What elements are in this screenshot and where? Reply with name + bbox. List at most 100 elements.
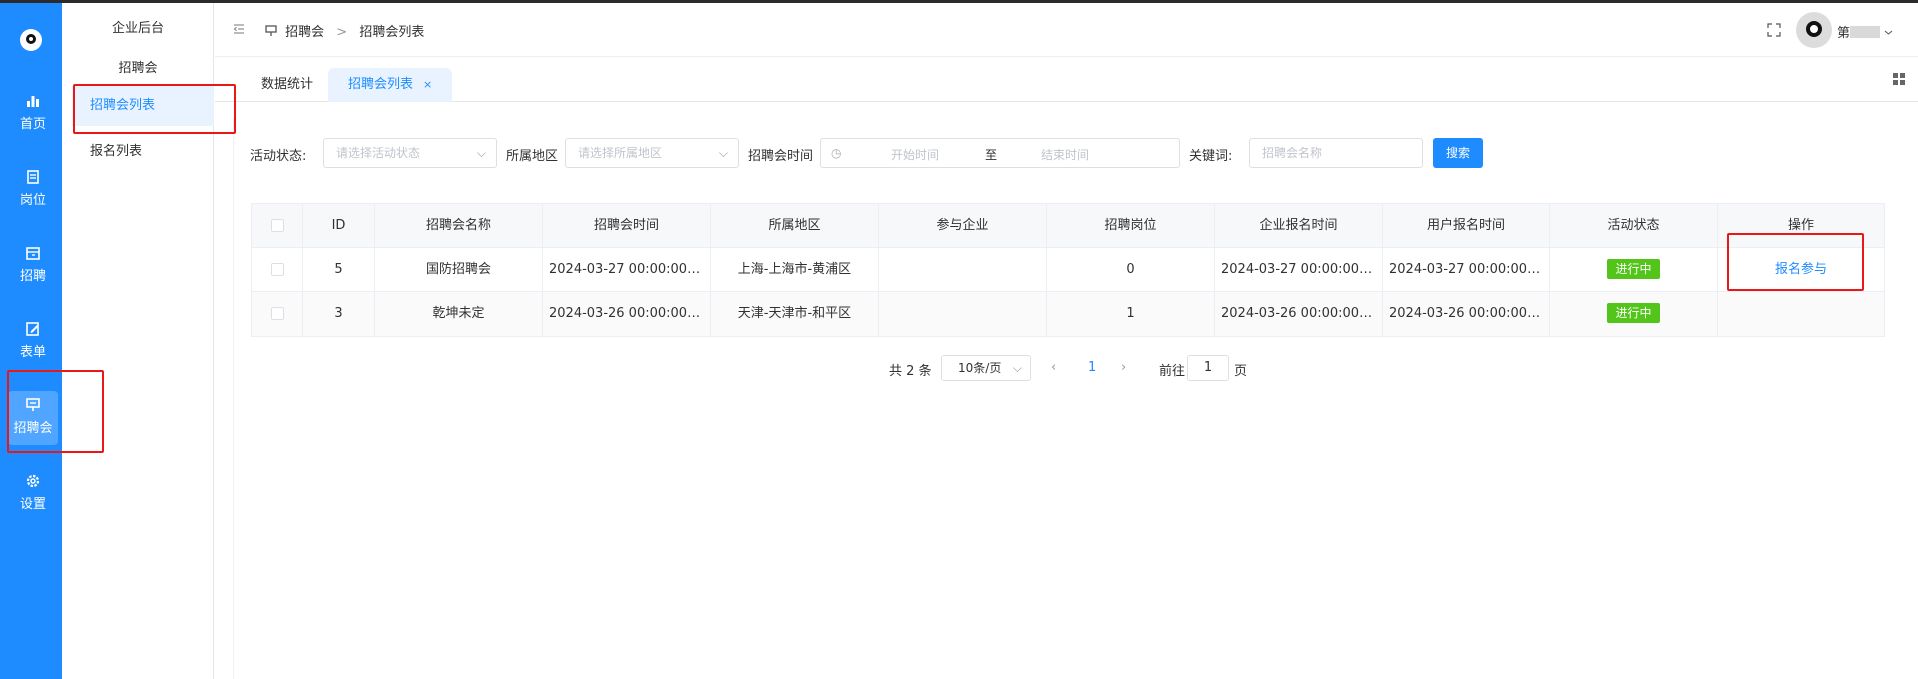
cell-status: 进行中 — [1550, 248, 1718, 292]
keyword-filter-label: 关键词: — [1189, 149, 1233, 164]
cell-user-signup: 2024-03-27 00:00:00 - 2024-03-28 00:00:0… — [1383, 248, 1550, 292]
page-number-current[interactable]: 1 — [1088, 360, 1096, 375]
prev-page-button[interactable]: ‹ — [1051, 360, 1056, 375]
tabs-bar: 数据统计 招聘会列表 × — [215, 58, 1918, 102]
cell-id: 5 — [303, 248, 375, 292]
rail-item-forms[interactable]: 表单 — [8, 315, 58, 369]
column-header: 所属地区 — [711, 204, 879, 248]
top-header: 招聘会 > 招聘会列表 第 — [215, 3, 1918, 57]
cell-time: 2024-03-27 00:00:00 - 2024-03-28 00:00:0… — [543, 248, 711, 292]
rail-item-label: 表单 — [19, 345, 46, 360]
search-button[interactable]: 搜索 — [1433, 138, 1483, 168]
breadcrumb-item: 招聘会列表 — [359, 25, 425, 40]
annotation-highlight-action — [1727, 233, 1864, 291]
select-all-cell — [252, 204, 303, 248]
goto-label: 前往 — [1159, 364, 1186, 379]
rail-item-label: 岗位 — [19, 193, 46, 208]
row-checkbox[interactable] — [270, 263, 284, 276]
chevron-down-icon: ⌵ — [718, 146, 728, 160]
rail-item-jobs[interactable]: 岗位 — [8, 163, 58, 217]
row-select-cell — [252, 248, 303, 292]
edit-icon — [26, 322, 39, 336]
page-size-value: 10条/页 — [958, 361, 1002, 375]
fullscreen-icon[interactable] — [1767, 23, 1781, 37]
breadcrumb-item[interactable]: 招聘会 — [285, 25, 324, 40]
goto-page-input[interactable]: 1 — [1187, 355, 1229, 381]
cell-status: 进行中 — [1550, 292, 1718, 336]
chevron-down-icon: ⌵ — [476, 146, 486, 160]
column-header: 用户报名时间 — [1383, 204, 1550, 248]
collapse-menu-icon[interactable] — [233, 23, 245, 35]
column-header: 招聘会时间 — [543, 204, 711, 248]
gear-icon — [26, 474, 40, 488]
blurred-username — [1850, 26, 1881, 38]
column-header: 企业报名时间 — [1215, 204, 1383, 248]
date-range-picker[interactable]: ◷ 开始时间 至 结束时间 — [820, 138, 1180, 168]
cell-region: 天津-天津市-和平区 — [711, 292, 879, 336]
sidebar-section: 招聘会 — [118, 61, 158, 76]
document-icon — [27, 170, 39, 184]
cell-region: 上海-上海市-黄浦区 — [711, 248, 879, 292]
sidebar-title: 企业后台 — [111, 21, 164, 36]
breadcrumb: 招聘会 > 招聘会列表 — [265, 21, 424, 40]
rail-item-label: 首页 — [19, 117, 46, 132]
table-row: 3 乾坤未定 2024-03-26 00:00:00 - 2024-03-27 … — [252, 292, 1884, 336]
column-header: 招聘岗位 — [1047, 204, 1215, 248]
table-row: 5 国防招聘会 2024-03-27 00:00:00 - 2024-03-28… — [252, 248, 1884, 292]
close-icon[interactable]: × — [423, 78, 432, 91]
user-menu[interactable]: 第 — [1837, 22, 1893, 41]
next-page-button[interactable]: › — [1121, 360, 1126, 375]
time-filter-label: 招聘会时间 — [748, 149, 814, 164]
region-select[interactable]: 请选择所属地区 ⌵ — [565, 138, 739, 168]
chevron-down-icon — [1884, 30, 1893, 35]
status-filter-label: 活动状态: — [250, 149, 307, 164]
sidebar-item-signup-list[interactable]: 报名列表 — [72, 132, 214, 172]
column-header: ID — [303, 204, 375, 248]
status-select[interactable]: 请选择活动状态 ⌵ — [323, 138, 497, 168]
avatar[interactable] — [1796, 12, 1832, 48]
total-count: 共 2 条 — [889, 364, 932, 379]
clock-icon: ◷ — [831, 146, 842, 160]
tab-label: 数据统计 — [261, 77, 314, 92]
cell-jobs: 0 — [1047, 248, 1215, 292]
cell-company-signup: 2024-03-27 00:00:00 - 2024-03-28 00:00:0… — [1215, 248, 1383, 292]
page-size-select[interactable]: 10条/页 ⌵ — [941, 355, 1031, 381]
bar-chart-icon — [27, 96, 39, 107]
keyword-input[interactable]: 招聘会名称 — [1249, 138, 1423, 168]
annotation-highlight-sidebar — [73, 84, 236, 134]
cell-name: 国防招聘会 — [375, 248, 543, 292]
cell-company-signup: 2024-03-26 00:00:00 - 2024-03-27 00:00:0… — [1215, 292, 1383, 336]
column-header: 活动状态 — [1550, 204, 1718, 248]
username-text: 第 — [1837, 26, 1851, 41]
annotation-highlight-rail — [7, 370, 104, 453]
tab-data-stats[interactable]: 数据统计 — [241, 68, 333, 102]
select-all-checkbox[interactable] — [270, 219, 284, 232]
row-checkbox[interactable] — [270, 307, 284, 320]
breadcrumb-separator: > — [336, 25, 348, 40]
region-select-placeholder: 请选择所属地区 — [578, 146, 663, 160]
icon-rail: 首页 岗位 招聘 表单 招聘会 设置 — [0, 3, 62, 679]
column-header: 招聘会名称 — [375, 204, 543, 248]
tab-label: 招聘会列表 — [348, 77, 414, 92]
logo-icon — [20, 29, 42, 51]
region-filter-label: 所属地区 — [506, 149, 559, 164]
rail-item-recruit[interactable]: 招聘 — [8, 239, 58, 293]
chevron-down-icon: ⌵ — [1012, 361, 1022, 375]
cell-jobs: 1 — [1047, 292, 1215, 336]
grid-icon[interactable] — [1892, 72, 1906, 86]
cell-user-signup: 2024-03-26 00:00:00 - 2024-03-27 00:00:0… — [1383, 292, 1550, 336]
start-time-input[interactable]: 开始时间 — [891, 146, 939, 163]
calendar-icon — [26, 247, 40, 260]
range-separator: 至 — [985, 148, 998, 162]
cell-time: 2024-03-26 00:00:00 - 2024-03-27 00:00:0… — [543, 292, 711, 336]
rail-item-home[interactable]: 首页 — [8, 87, 58, 141]
end-time-input[interactable]: 结束时间 — [1041, 146, 1089, 163]
table-header-row: ID 招聘会名称 招聘会时间 所属地区 参与企业 招聘岗位 企业报名时间 用户报… — [252, 204, 1884, 248]
status-badge: 进行中 — [1607, 259, 1660, 279]
rail-item-settings[interactable]: 设置 — [8, 467, 58, 521]
tab-job-fair-list[interactable]: 招聘会列表 × — [328, 68, 453, 102]
cell-companies — [879, 292, 1047, 336]
cell-companies — [879, 248, 1047, 292]
rail-item-label: 招聘 — [19, 269, 46, 284]
page-suffix: 页 — [1234, 364, 1248, 379]
